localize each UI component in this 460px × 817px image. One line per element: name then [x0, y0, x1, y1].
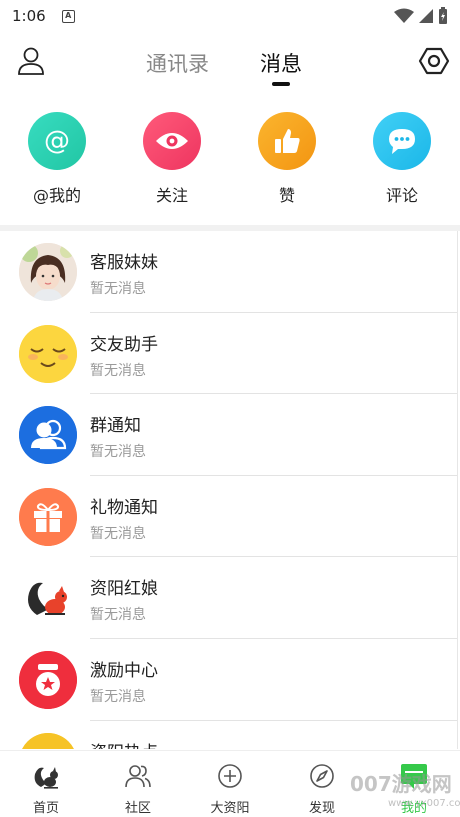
quick-action-label: 评论 [385, 186, 418, 205]
settings-button[interactable] [418, 45, 450, 77]
thumbs-up-icon [258, 112, 316, 170]
smiley-avatar [19, 324, 77, 383]
nav-label: 大资阳 [210, 801, 250, 816]
status-time: 1:06 [12, 7, 46, 25]
tab-contacts[interactable]: 通讯录 [146, 48, 209, 78]
watermark-url: www.yx007.com [388, 798, 460, 809]
wifi-icon [394, 8, 414, 23]
compass-icon [307, 761, 337, 791]
quick-action-label: 赞 [278, 186, 295, 205]
message-title: 交友助手 [90, 334, 158, 355]
user-icon [18, 47, 44, 75]
nav-da-ziyang[interactable]: 大资阳 [195, 761, 265, 816]
gear-icon [418, 47, 450, 75]
nav-home[interactable]: 首页 [11, 761, 81, 816]
nav-label: 发现 [308, 801, 335, 816]
comment-icon [373, 112, 431, 170]
message-preview: 暂无消息 [90, 525, 146, 542]
quick-action-mentions[interactable]: @ @我的 [7, 112, 107, 206]
top-header: 通讯录 消息 [0, 32, 460, 90]
squirrel-avatar [19, 569, 77, 628]
nav-discover[interactable]: 发现 [287, 761, 357, 816]
reward-avatar [19, 650, 77, 709]
message-preview: 暂无消息 [90, 362, 146, 379]
active-tab-indicator [272, 82, 290, 86]
message-preview: 暂无消息 [90, 607, 146, 624]
quick-action-comments[interactable]: 评论 [352, 112, 452, 206]
at-icon: @ [28, 112, 86, 170]
list-item[interactable]: 资阳热点 [0, 721, 457, 749]
signal-icon [419, 9, 433, 23]
message-title: 客服妹妹 [90, 253, 158, 273]
list-item[interactable]: 礼物通知 暂无消息 [0, 476, 457, 558]
quick-action-label: 关注 [155, 186, 188, 205]
message-preview: 暂无消息 [90, 444, 146, 461]
squirrel-icon [31, 761, 61, 791]
message-title: 礼物通知 [90, 497, 158, 518]
quick-action-likes[interactable]: 赞 [237, 112, 337, 206]
list-item[interactable]: 激励中心 暂无消息 [0, 639, 457, 721]
profile-button[interactable] [16, 46, 46, 76]
notification-icon: A [61, 9, 75, 23]
svg-text:@: @ [44, 126, 70, 156]
message-preview: 暂无消息 [90, 281, 146, 297]
list-item[interactable]: 客服妹妹 暂无消息 [0, 231, 457, 313]
message-title: 资阳热点 [90, 738, 158, 749]
quick-actions: @ @我的 关注 赞 评论 [0, 112, 460, 222]
message-title: 群通知 [90, 416, 141, 437]
list-item[interactable]: 交友助手 暂无消息 [0, 313, 457, 395]
quick-action-follow[interactable]: 关注 [122, 112, 222, 206]
hot-avatar [19, 732, 77, 749]
nav-label: 社区 [124, 801, 151, 816]
group-avatar [19, 406, 77, 465]
tab-messages[interactable]: 消息 [260, 48, 302, 78]
message-preview: 暂无消息 [90, 688, 146, 705]
message-title: 激励中心 [90, 660, 158, 681]
list-item[interactable]: 资阳红娘 暂无消息 [0, 557, 457, 639]
status-indicators [394, 7, 448, 25]
watermark: 007游戏网 [350, 772, 452, 796]
gift-avatar [19, 487, 77, 546]
message-title: 资阳红娘 [90, 579, 158, 600]
photo-avatar [19, 243, 77, 301]
eye-icon [143, 112, 201, 170]
message-list: 客服妹妹 暂无消息 交友助手 暂无消息 群通知 暂无消息 礼物通知 暂无消息 资… [0, 231, 458, 749]
plus-circle-icon [215, 761, 245, 791]
quick-action-label: @我的 [32, 186, 81, 205]
nav-label: 首页 [32, 801, 59, 816]
battery-icon [439, 7, 447, 24]
list-item[interactable]: 群通知 暂无消息 [0, 394, 457, 476]
status-bar: 1:06 A [0, 0, 460, 32]
people-icon [123, 761, 153, 791]
nav-community[interactable]: 社区 [103, 761, 173, 816]
